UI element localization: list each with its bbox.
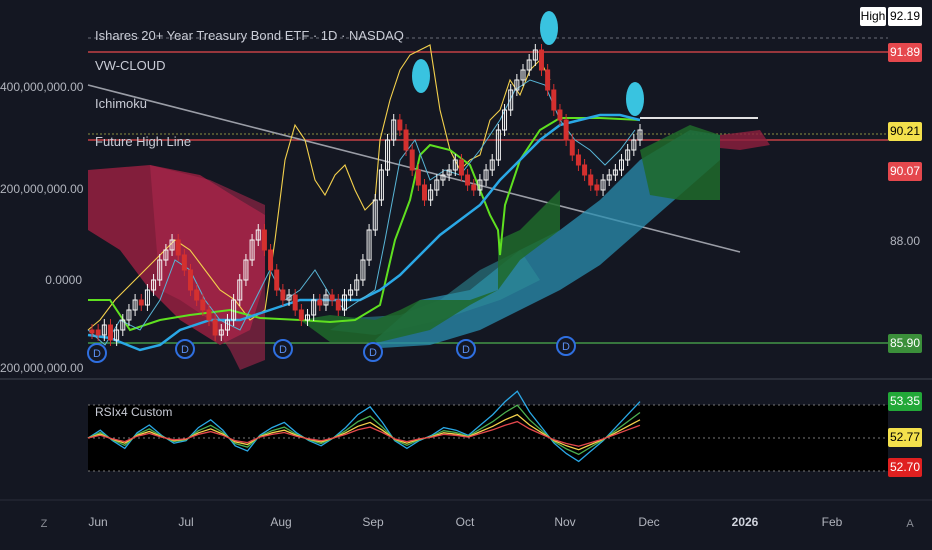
price-high-tag: 92.19 [888,7,922,26]
x-axis-label: Nov [554,515,576,529]
candle-body [188,269,194,291]
rsi-green-tag: 53.35 [888,392,922,411]
candle-body [268,249,274,271]
candle-body [545,69,551,91]
candle-body [335,299,341,311]
candle-body [89,329,95,334]
candle-body [298,309,304,321]
zoom-button[interactable]: Z [35,515,53,533]
candle-body [317,299,323,306]
x-axis-label: Oct [455,515,475,529]
candle-body [138,299,144,306]
candle-body [212,319,218,336]
left-axis-label: 400,000,000.00 [0,80,84,94]
price-axis-label: 88.00 [889,234,921,248]
signal-circle [540,11,558,45]
candle-body [557,109,563,121]
candle-body [261,229,267,251]
candle-body [588,174,594,186]
candle-body [107,324,113,341]
x-axis-label: Jun [88,515,108,529]
candle-body [594,184,600,191]
price-support-tag: 85.90 [888,334,922,353]
chart-canvas[interactable]: DDDDDD [0,0,932,550]
candle-body [471,184,477,191]
dividend-letter: D [181,344,189,356]
candle-body [175,239,181,256]
indicator-label-ichimoku[interactable]: Ichimoku [95,96,147,111]
dividend-letter: D [462,344,470,356]
candle-body [582,164,588,176]
dividend-letter: D [562,341,570,353]
indicator-label-vwcloud[interactable]: VW-CLOUD [95,58,166,73]
candle-body [563,119,569,141]
candle-body [538,49,544,71]
candle-body [206,309,212,321]
x-axis-label: Dec [638,515,660,529]
signal-circle [412,59,430,93]
candle-body [194,289,200,301]
auto-scale-button[interactable]: A [901,515,919,533]
rsi-red-tag: 52.70 [888,458,922,477]
price-resistance-top-tag: 91.89 [888,43,922,62]
candle-body [95,329,101,336]
rsi-yellow-tag: 52.77 [888,428,922,447]
x-axis-label: Aug [270,515,292,529]
candle-body [458,159,464,176]
candle-body [575,154,581,166]
candle-body [329,294,335,301]
x-axis-label: Jul [178,515,194,529]
x-axis-label: Sep [362,515,384,529]
candle-body [200,299,206,311]
dividend-letter: D [369,347,377,359]
left-axis-label: -200,000,000.00 [0,361,84,375]
candle-body [280,289,286,301]
price-resistance-mid-tag: 90.07 [888,162,922,181]
candle-body [397,119,403,131]
candle-body [403,129,409,151]
indicator-label-future-high[interactable]: Future High Line [95,134,191,149]
left-axis-label: 200,000,000.00 [0,182,84,196]
candle-body [181,254,187,271]
rsi-indicator-label[interactable]: RSIx4 Custom [95,405,172,419]
signal-circle [626,82,644,116]
x-axis-label-year: 2026 [731,515,759,529]
candle-body [274,269,280,291]
symbol-title[interactable]: Ishares 20+ Year Treasury Bond ETF · 1D … [95,28,404,43]
x-axis-label: Feb [821,515,843,529]
price-current-tag: 90.21 [888,122,922,141]
high-label: High [860,7,886,26]
candle-body [551,89,557,111]
candle-body [465,174,471,186]
candle-body [415,169,421,186]
candle-body [421,184,427,201]
dividend-letter: D [93,348,101,360]
candle-body [292,294,298,311]
candle-body [409,149,415,171]
candle-body [569,139,575,156]
dividend-letter: D [279,344,287,356]
left-axis-label: 0.0000 [45,273,82,287]
